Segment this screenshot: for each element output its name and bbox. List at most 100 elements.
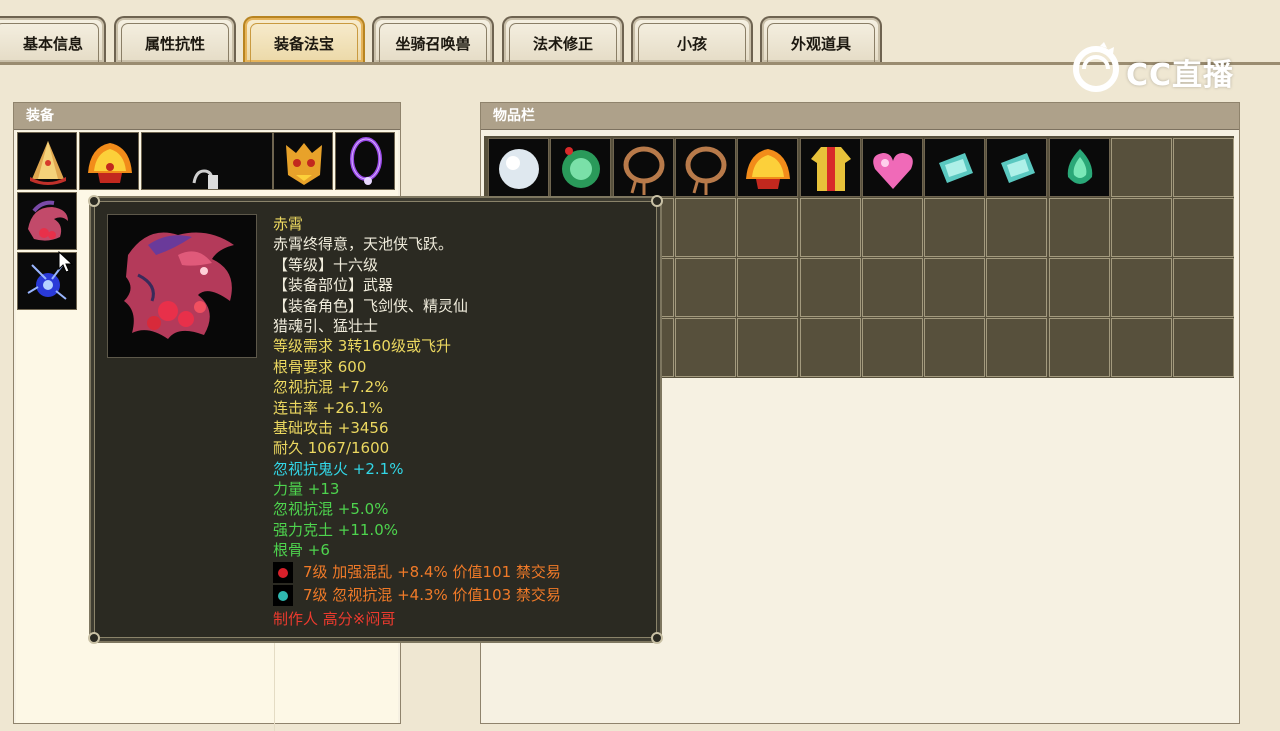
- mouse-cursor-icon: [58, 251, 74, 273]
- inventory-item[interactable]: [737, 138, 799, 197]
- tab-label: 小孩: [638, 23, 746, 62]
- tooltip-text: 赤霄 赤霄终得意，天池侠飞跃。 【等级】十六级 【装备部位】武器 【装备角色】飞…: [273, 214, 650, 629]
- inventory-empty-slot[interactable]: [861, 198, 923, 257]
- inventory-empty-slot[interactable]: [799, 258, 861, 317]
- tooltip-item-image: [107, 214, 257, 358]
- white-orb-icon: [499, 149, 539, 189]
- inventory-item[interactable]: [986, 138, 1048, 197]
- inventory-empty-slot[interactable]: [1173, 318, 1235, 377]
- inventory-empty-slot[interactable]: [986, 198, 1048, 257]
- weapon-silhouette-icon: [192, 169, 218, 189]
- tab-label: 外观道具: [767, 23, 875, 62]
- inventory-empty-slot[interactable]: [924, 318, 986, 377]
- inventory-empty-slot[interactable]: [1111, 258, 1172, 317]
- inventory-empty-slot[interactable]: [1048, 258, 1110, 317]
- inventory-item[interactable]: [1048, 138, 1110, 197]
- inventory-empty-slot[interactable]: [1111, 318, 1172, 377]
- inventory-empty-slot[interactable]: [799, 198, 861, 257]
- item-roles: 【装备角色】飞剑侠、精灵仙: [273, 296, 469, 315]
- teal-gem-icon: [273, 584, 293, 606]
- demon-mask-icon: [286, 143, 322, 185]
- tab-appearance[interactable]: 外观道具: [760, 16, 882, 62]
- dragon-weapon-icon: [28, 200, 68, 241]
- item-requirement: 等级需求 3转160级或飞升: [273, 337, 451, 356]
- tab-label: 基本信息: [0, 23, 99, 62]
- inventory-empty-slot[interactable]: [674, 318, 736, 377]
- tab-attributes[interactable]: 属性抗性: [114, 16, 236, 62]
- equip-slot-hat[interactable]: [17, 132, 77, 190]
- tab-spell-mods[interactable]: 法术修正: [502, 16, 624, 62]
- inventory-empty-slot[interactable]: [1173, 198, 1235, 257]
- inventory-empty-slot[interactable]: [924, 258, 986, 317]
- inventory-empty-slot[interactable]: [674, 198, 736, 257]
- inventory-item[interactable]: [924, 138, 986, 197]
- dragon-weapon-icon: [124, 232, 234, 339]
- rope-ring-icon: [623, 146, 665, 195]
- watermark-logo: CC直播: [1070, 42, 1242, 93]
- item-bone-requirement: 根骨要求 600: [273, 357, 367, 376]
- inventory-empty-slot[interactable]: [1048, 318, 1110, 377]
- inventory-empty-slot[interactable]: [924, 198, 986, 257]
- golden-robe-icon: [810, 147, 851, 191]
- gem-text: 7级 忽视抗混 +4.3% 价值103 禁交易: [303, 585, 561, 604]
- item-slot: 【装备部位】武器: [273, 276, 394, 295]
- cyan-jade-icon: [939, 153, 974, 183]
- inventory-empty-slot[interactable]: [1173, 258, 1235, 317]
- inventory-empty-slot[interactable]: [861, 258, 923, 317]
- inventory-empty-slot[interactable]: [737, 258, 799, 317]
- inventory-item[interactable]: [674, 138, 736, 197]
- tab-child[interactable]: 小孩: [631, 16, 753, 62]
- inventory-item[interactable]: [488, 138, 549, 197]
- green-orb-icon: [562, 147, 601, 188]
- equip-slot-helmet[interactable]: [79, 132, 139, 190]
- flame-helmet-icon: [746, 149, 791, 189]
- special-stat: 忽视抗鬼火 +2.1%: [273, 459, 404, 478]
- tab-equipment[interactable]: 装备法宝: [243, 16, 365, 62]
- green-gem-icon: [1067, 149, 1092, 184]
- tooltip-corner: [88, 632, 100, 644]
- tab-label: 属性抗性: [121, 23, 229, 62]
- rope-ring-icon: [685, 146, 727, 195]
- hat-icon: [30, 141, 66, 185]
- equip-slot-weapon[interactable]: [17, 192, 77, 250]
- inventory-empty-slot[interactable]: [1111, 138, 1172, 197]
- item-maker: 制作人 高分※闷哥: [273, 609, 396, 628]
- base-stat: 忽视抗混 +7.2%: [273, 378, 389, 397]
- pink-heart-icon: [872, 153, 913, 189]
- gem-text: 7级 加强混乱 +8.4% 价值101 禁交易: [303, 562, 561, 581]
- base-stat: 连击率 +26.1%: [273, 398, 383, 417]
- tooltip-corner: [651, 632, 663, 644]
- inventory-empty-slot[interactable]: [1048, 198, 1110, 257]
- necklace-icon: [350, 137, 382, 185]
- inventory-empty-slot[interactable]: [986, 258, 1048, 317]
- inventory-empty-slot[interactable]: [737, 198, 799, 257]
- tab-label: 法术修正: [509, 23, 617, 62]
- gem-row: 7级 忽视抗混 +4.3% 价值103 禁交易: [273, 584, 650, 607]
- durability: 耐久 1067/1600: [273, 439, 390, 458]
- tooltip-corner: [651, 195, 663, 207]
- equip-slot-necklace[interactable]: [335, 132, 395, 190]
- equipment-panel-title: 装备: [14, 103, 400, 130]
- inventory-empty-slot[interactable]: [986, 318, 1048, 377]
- inventory-panel-title: 物品栏: [481, 103, 1239, 130]
- inventory-empty-slot[interactable]: [737, 318, 799, 377]
- inventory-empty-slot[interactable]: [674, 258, 736, 317]
- tab-label: 装备法宝: [250, 23, 358, 62]
- base-stat: 基础攻击 +3456: [273, 418, 389, 437]
- inventory-empty-slot[interactable]: [1111, 198, 1172, 257]
- inventory-item[interactable]: [612, 138, 674, 197]
- item-name: 赤霄: [273, 215, 304, 233]
- tab-mounts-pets[interactable]: 坐骑召唤兽: [372, 16, 494, 62]
- inventory-item[interactable]: [550, 138, 612, 197]
- bonus-stat: 忽视抗混 +5.0%: [273, 500, 389, 519]
- inventory-empty-slot[interactable]: [1173, 138, 1235, 197]
- inventory-empty-slot[interactable]: [861, 318, 923, 377]
- equip-slot-weapon-preview[interactable]: [141, 132, 273, 190]
- item-roles-2: 猎魂引、猛壮士: [273, 316, 379, 335]
- equip-slot-armor[interactable]: [273, 132, 333, 190]
- inventory-empty-slot[interactable]: [799, 318, 861, 377]
- inventory-item[interactable]: [799, 138, 861, 197]
- inventory-item[interactable]: [861, 138, 923, 197]
- tab-basic-info[interactable]: 基本信息: [0, 16, 106, 62]
- item-description: 赤霄终得意，天池侠飞跃。: [273, 235, 454, 254]
